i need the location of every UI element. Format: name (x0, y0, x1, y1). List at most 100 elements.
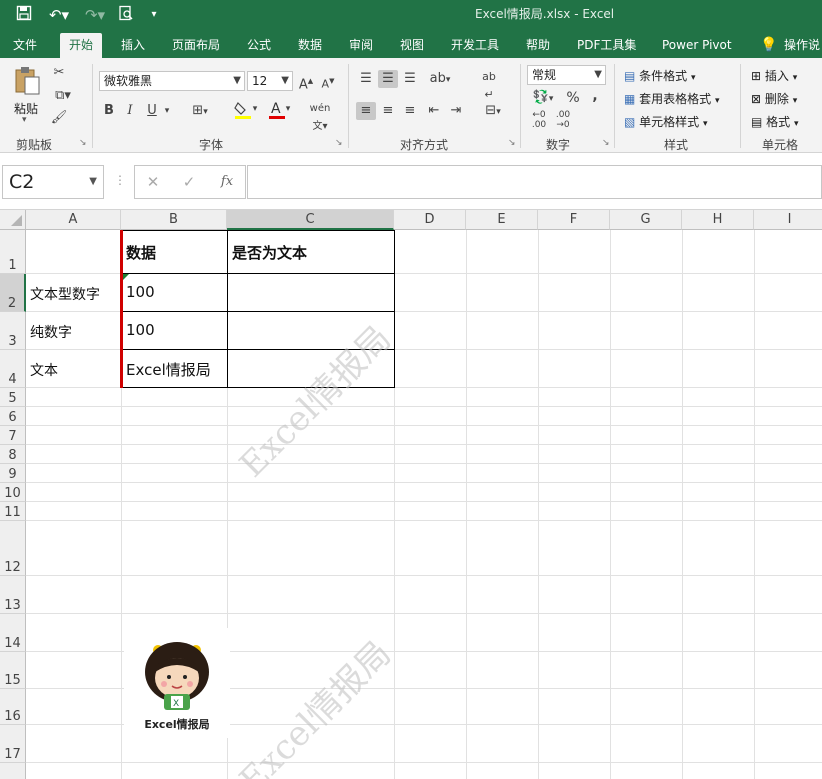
row-header-2[interactable]: 2 (0, 274, 26, 312)
cell-c2-selected[interactable] (227, 273, 395, 312)
undo-icon[interactable]: ↶▾ (46, 5, 72, 25)
cell-b1[interactable]: 数据 (126, 242, 156, 263)
row-header-9[interactable]: 9 (0, 464, 26, 483)
row-header-18[interactable] (0, 763, 26, 779)
top-align-icon[interactable]: ☰ (356, 70, 376, 88)
column-header-a[interactable]: A (26, 210, 121, 230)
name-box[interactable]: C2 ▼ (2, 165, 104, 199)
customize-qat-icon[interactable]: ▾ (144, 5, 164, 25)
tab-formulas[interactable]: 公式 (247, 34, 271, 58)
tab-file[interactable]: 文件 (13, 34, 37, 58)
lightbulb-icon[interactable]: 💡 (760, 34, 777, 58)
merge-center-icon[interactable]: ⊟▾ (478, 102, 508, 121)
fill-color-icon[interactable]: ▾ (228, 100, 262, 126)
orientation-icon[interactable]: ab▾ (426, 70, 454, 89)
row-header-16[interactable]: 16 (0, 689, 26, 725)
delete-cells-button[interactable]: ⊠ 删除 ▾ (751, 90, 797, 107)
cut-icon[interactable]: ✂ (50, 64, 68, 82)
column-header-h[interactable]: H (682, 210, 754, 230)
decrease-decimal-icon[interactable]: .00 →0 (552, 110, 574, 130)
phonetic-guide-icon[interactable]: wén 文▾ (304, 100, 336, 136)
cell-b2[interactable]: 100 (126, 283, 155, 301)
format-as-table-button[interactable]: ▦ 套用表格格式 ▾ (624, 90, 720, 107)
tab-review[interactable]: 审阅 (349, 34, 373, 58)
copy-icon[interactable]: ⧉▾ (50, 87, 76, 105)
column-header-d[interactable]: D (394, 210, 466, 230)
formula-input[interactable] (247, 165, 822, 199)
column-header-g[interactable]: G (610, 210, 682, 230)
format-cells-button[interactable]: ▤ 格式 ▾ (751, 113, 799, 130)
tab-help[interactable]: 帮助 (526, 34, 550, 58)
row-header-12[interactable]: 12 (0, 521, 26, 576)
insert-cells-button[interactable]: ⊞ 插入 ▾ (751, 67, 797, 84)
cell-a4[interactable]: 文本 (30, 360, 58, 380)
clipboard-launcher-icon[interactable]: ↘ (79, 138, 87, 148)
row-header-11[interactable]: 11 (0, 502, 26, 521)
font-name-select[interactable]: 微软雅黑 ▼ (99, 71, 245, 91)
error-indicator-icon[interactable] (123, 274, 129, 280)
column-header-i[interactable]: I (754, 210, 822, 230)
tell-me-search[interactable]: 操作说 (784, 34, 820, 58)
increase-font-icon[interactable]: A▲ (298, 72, 314, 94)
tab-pdf-tools[interactable]: PDF工具集 (577, 34, 636, 58)
paste-icon[interactable] (12, 66, 42, 96)
align-left-icon[interactable]: ≡ (356, 102, 376, 120)
alignment-launcher-icon[interactable]: ↘ (508, 138, 516, 148)
middle-align-icon[interactable]: ☰ (378, 70, 398, 88)
tab-power-pivot[interactable]: Power Pivot (662, 34, 732, 58)
italic-button[interactable]: I (122, 102, 138, 120)
decrease-font-icon[interactable]: A▼ (320, 72, 336, 94)
cell-c1[interactable]: 是否为文本 (232, 242, 307, 263)
cell-b4[interactable]: Excel情报局 (126, 359, 211, 380)
select-all-corner[interactable] (0, 210, 26, 230)
cell-a2[interactable]: 文本型数字 (30, 284, 100, 304)
wrap-text-icon[interactable]: ab ↵ (478, 68, 500, 104)
row-header-5[interactable]: 5 (0, 388, 26, 407)
percent-button[interactable]: % (564, 89, 582, 107)
tab-developer[interactable]: 开发工具 (451, 34, 499, 58)
formula-bar-grip-icon[interactable]: ⋮ (114, 173, 126, 187)
tab-page-layout[interactable]: 页面布局 (172, 34, 220, 58)
format-painter-icon[interactable]: 🖌 (50, 109, 68, 127)
number-launcher-icon[interactable]: ↘ (602, 138, 610, 148)
increase-indent-icon[interactable]: ⇥ (446, 102, 466, 120)
logo-image[interactable]: X Excel情报局 (124, 628, 230, 738)
worksheet-grid[interactable]: A B C D E F G H I 1 2 3 4 5 6 7 8 9 10 1… (0, 210, 822, 779)
column-header-e[interactable]: E (466, 210, 538, 230)
tab-home[interactable]: 开始 (60, 33, 103, 58)
row-header-4[interactable]: 4 (0, 350, 26, 388)
cell-b3[interactable]: 100 (126, 321, 155, 339)
bottom-align-icon[interactable]: ☰ (400, 70, 420, 88)
row-header-8[interactable]: 8 (0, 445, 26, 464)
font-size-select[interactable]: 12 ▼ (247, 71, 293, 91)
borders-icon[interactable]: ⊞▾ (186, 102, 214, 121)
column-header-c[interactable]: C (227, 210, 394, 230)
underline-dropdown-icon[interactable]: ▾ (162, 102, 172, 120)
align-right-icon[interactable]: ≡ (400, 102, 420, 120)
row-header-1[interactable]: 1 (0, 230, 26, 274)
row-header-15[interactable]: 15 (0, 652, 26, 689)
decrease-indent-icon[interactable]: ⇤ (424, 102, 444, 120)
conditional-formatting-button[interactable]: ▤ 条件格式 ▾ (624, 67, 696, 84)
bold-button[interactable]: B (101, 102, 117, 120)
tab-insert[interactable]: 插入 (121, 34, 145, 58)
font-color-icon[interactable]: A ▾ (264, 100, 294, 126)
cell-a3[interactable]: 纯数字 (30, 322, 72, 342)
column-header-f[interactable]: F (538, 210, 610, 230)
accounting-format-icon[interactable]: 💱▾ (528, 89, 558, 108)
row-header-3[interactable]: 3 (0, 312, 26, 350)
column-header-b[interactable]: B (121, 210, 227, 230)
cell-styles-button[interactable]: ▧ 单元格样式 ▾ (624, 113, 708, 130)
align-center-icon[interactable]: ≡ (378, 102, 398, 120)
insert-function-button[interactable]: fx (217, 173, 237, 191)
comma-style-button[interactable]: , (588, 87, 602, 105)
print-preview-icon[interactable] (116, 5, 136, 25)
increase-decimal-icon[interactable]: ←0.00 (528, 110, 550, 130)
number-format-select[interactable]: 常规 ▼ (527, 65, 606, 85)
font-launcher-icon[interactable]: ↘ (335, 138, 343, 148)
enter-icon[interactable]: ✓ (181, 173, 197, 191)
tab-data[interactable]: 数据 (298, 34, 322, 58)
redo-icon[interactable]: ↷▾ (82, 5, 108, 25)
cancel-icon[interactable]: ✕ (145, 173, 161, 191)
row-header-6[interactable]: 6 (0, 407, 26, 426)
